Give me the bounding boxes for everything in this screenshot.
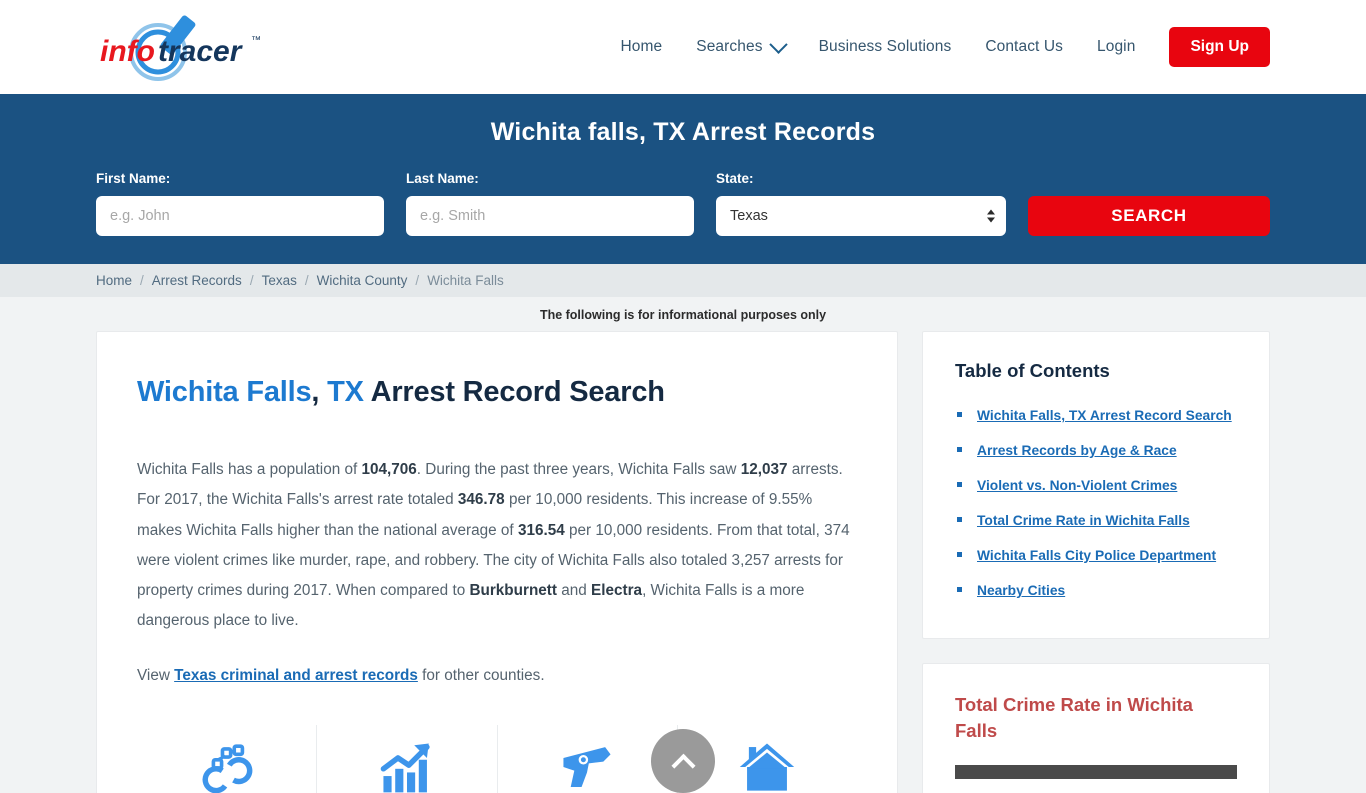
first-name-input[interactable] [96, 196, 384, 236]
nav-searches[interactable]: Searches [696, 34, 788, 56]
toc-item: Arrest Records by Age & Race [955, 439, 1237, 463]
total-crime-rate-title: Total Crime Rate in Wichita Falls [955, 694, 1193, 741]
toc-item: Wichita Falls City Police Department [955, 544, 1237, 568]
para-arrests: 12,037 [740, 461, 788, 478]
disclaimer-text: The following is for informational purpo… [539, 308, 827, 322]
breadcrumb-item-wichita-falls: Wichita Falls [427, 273, 504, 288]
arrest-records-search-form: First Name: Last Name: State: Texas SEAR… [96, 171, 1270, 236]
view-prefix: View [137, 666, 175, 684]
state-select[interactable]: Texas [716, 196, 1006, 236]
page-title-state: TX [327, 376, 364, 408]
sign-up-button[interactable]: Sign Up [1169, 27, 1270, 67]
total-crime-rate-card: Total Crime Rate in Wichita Falls [922, 663, 1270, 793]
para-s1: Wichita Falls has a population of [137, 461, 362, 478]
para-population: 104,706 [361, 461, 417, 478]
para-s6: and [557, 582, 592, 600]
table-of-contents-list: Wichita Falls, TX Arrest Record Search A… [955, 404, 1237, 603]
nav-home[interactable]: Home [621, 38, 663, 56]
para-city-burkburnett: Burkburnett [469, 582, 557, 600]
hero-search-section: Wichita falls, TX Arrest Records First N… [0, 94, 1366, 264]
main-navigation: Home Searches Business Solutions Contact… [621, 27, 1270, 67]
para-national-average: 316.54 [517, 521, 565, 539]
toc-link-nearby-cities[interactable]: Nearby Cities [977, 583, 1065, 598]
page-title-city: Wichita Falls [137, 376, 312, 408]
last-name-field-group: Last Name: [406, 171, 694, 236]
page-body: Wichita Falls, TX Arrest Record Search W… [0, 331, 1366, 793]
scroll-to-top-button[interactable] [651, 729, 715, 793]
view-other-counties-line: View Texas criminal and arrest records f… [137, 661, 857, 691]
toc-item: Wichita Falls, TX Arrest Record Search [955, 404, 1237, 428]
table-of-contents-title: Table of Contents [955, 360, 1110, 381]
svg-text:info: info [100, 35, 155, 68]
toc-item: Nearby Cities [955, 579, 1237, 603]
nav-searches-label: Searches [696, 38, 763, 55]
icon-cell-handcuffs[interactable] [137, 724, 318, 793]
breadcrumb: Home / Arrest Records / Texas / Wichita … [0, 264, 1366, 297]
state-label: State: [716, 171, 754, 186]
crime-rate-chart-bar [955, 765, 1237, 780]
icon-cell-growth-chart[interactable] [317, 724, 498, 793]
last-name-label: Last Name: [406, 171, 479, 186]
chevron-down-icon [768, 34, 788, 54]
para-s2: . During the past three years, Wichita F… [416, 461, 741, 478]
toc-item: Total Crime Rate in Wichita Falls [955, 509, 1237, 533]
para-arrest-rate: 346.78 [457, 491, 505, 509]
toc-link-age-race[interactable]: Arrest Records by Age & Race [977, 443, 1177, 458]
chevron-up-icon [670, 753, 696, 778]
breadcrumb-separator: / [249, 273, 254, 288]
toc-link-arrest-record-search[interactable]: Wichita Falls, TX Arrest Record Search [977, 408, 1232, 423]
texas-records-link[interactable]: Texas criminal and arrest records [174, 667, 418, 684]
breadcrumb-separator: / [304, 273, 309, 288]
first-name-label: First Name: [96, 171, 171, 186]
toc-link-police-department[interactable]: Wichita Falls City Police Department [977, 548, 1216, 563]
page-title-comma: , [311, 376, 328, 408]
gun-icon [563, 747, 611, 787]
house-icon [740, 743, 795, 791]
svg-text:tracer: tracer [158, 35, 244, 68]
toc-item: Violent vs. Non-Violent Crimes [955, 474, 1237, 498]
breadcrumb-item-arrest-records[interactable]: Arrest Records [152, 273, 242, 288]
hero-title: Wichita falls, TX Arrest Records [490, 118, 876, 146]
category-icon-row [137, 724, 857, 793]
table-of-contents-card: Table of Contents Wichita Falls, TX Arre… [922, 331, 1270, 639]
view-suffix: for other counties. [417, 666, 545, 684]
breadcrumb-item-home[interactable]: Home [96, 273, 132, 288]
page-title-rest: Arrest Record Search [363, 376, 665, 408]
search-button[interactable]: SEARCH [1028, 196, 1270, 236]
handcuffs-icon [202, 744, 252, 793]
toc-link-total-crime-rate[interactable]: Total Crime Rate in Wichita Falls [977, 513, 1190, 528]
breadcrumb-item-texas[interactable]: Texas [262, 273, 297, 288]
nav-business-solutions[interactable]: Business Solutions [819, 38, 952, 56]
last-name-input[interactable] [406, 196, 694, 236]
breadcrumb-separator: / [140, 273, 144, 288]
svg-text:™: ™ [251, 35, 261, 46]
nav-login[interactable]: Login [1097, 38, 1135, 56]
nav-contact-us[interactable]: Contact Us [985, 38, 1063, 56]
summary-paragraph: Wichita Falls has a population of 104,70… [137, 455, 857, 637]
para-city-electra: Electra [591, 582, 643, 600]
breadcrumb-item-wichita-county[interactable]: Wichita County [317, 273, 408, 288]
infotracer-logo[interactable]: info tracer ™ [96, 11, 276, 83]
toc-link-violent-nonviolent[interactable]: Violent vs. Non-Violent Crimes [977, 478, 1177, 493]
breadcrumb-separator: / [415, 273, 420, 288]
state-select-wrapper: Texas [716, 196, 1006, 236]
growth-chart-icon [380, 743, 430, 793]
site-header: info tracer ™ Home Searches Business Sol… [0, 0, 1366, 94]
page-title: Wichita Falls, TX Arrest Record Search [137, 376, 857, 409]
state-field-group: State: Texas [716, 171, 1006, 236]
first-name-field-group: First Name: [96, 171, 384, 236]
main-content-card: Wichita Falls, TX Arrest Record Search W… [96, 331, 898, 793]
sidebar: Table of Contents Wichita Falls, TX Arre… [922, 331, 1270, 793]
